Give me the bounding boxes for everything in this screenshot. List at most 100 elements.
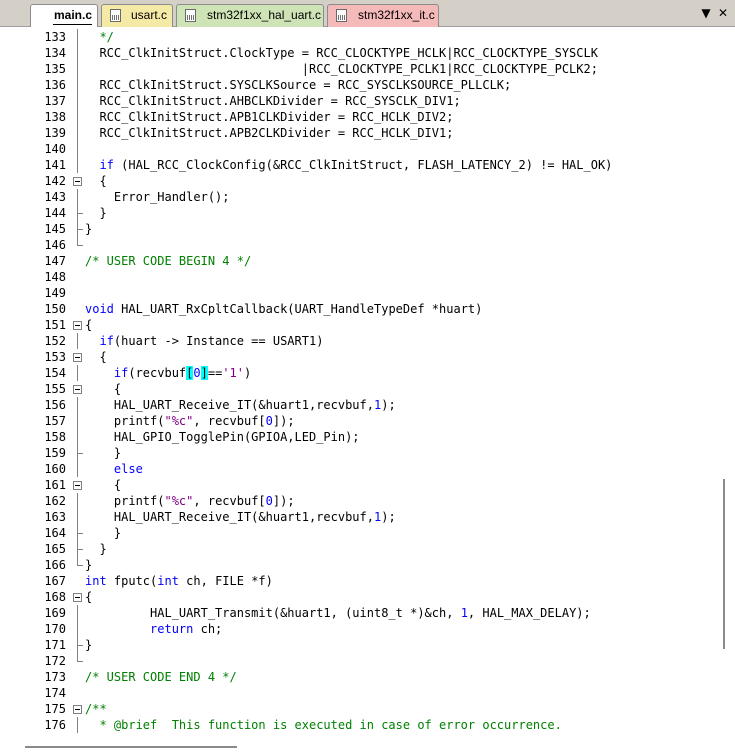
fold-guide: [72, 29, 84, 45]
horizontal-scrollbar[interactable]: [0, 738, 735, 754]
code-line[interactable]: 173 /* USER CODE END 4 */: [0, 669, 722, 685]
fold-guide: [72, 621, 84, 637]
code-text: */: [85, 29, 113, 45]
code-token: 0: [265, 494, 273, 508]
line-number: 161: [44, 478, 66, 492]
code-token: }: [85, 526, 122, 540]
code-text: }: [85, 205, 106, 221]
fold-collapse-icon[interactable]: [72, 173, 84, 189]
code-line[interactable]: 154 if(recvbuf[0]=='1'): [0, 365, 722, 381]
vertical-scrollbar[interactable]: [722, 27, 735, 738]
code-token: HAL_UART_RxCpltCallback(UART_HandleTypeD…: [113, 302, 483, 316]
code-line[interactable]: 159 }: [0, 445, 722, 461]
code-line[interactable]: 172: [0, 653, 722, 669]
line-number: 151: [44, 318, 66, 332]
code-line[interactable]: 170 return ch;: [0, 621, 722, 637]
code-token: return: [85, 622, 194, 636]
code-text: HAL_GPIO_TogglePin(GPIOA,LED_Pin);: [85, 429, 360, 445]
code-token: /* USER CODE BEGIN 4 */: [85, 254, 252, 268]
code-line[interactable]: 145}: [0, 221, 722, 237]
code-text: }: [85, 221, 92, 237]
code-line[interactable]: 139 RCC_ClkInitStruct.APB2CLKDivider = R…: [0, 125, 722, 141]
code-token: {: [85, 590, 93, 604]
fold-collapse-icon[interactable]: [72, 381, 84, 397]
fold-collapse-icon[interactable]: [72, 477, 84, 493]
code-text: RCC_ClkInitStruct.ClockType = RCC_CLOCKT…: [85, 45, 598, 61]
code-line[interactable]: 142 {: [0, 173, 722, 189]
code-line[interactable]: 164 }: [0, 525, 722, 541]
fold-guide: [72, 637, 84, 653]
code-line[interactable]: 146: [0, 237, 722, 253]
code-line[interactable]: 150 void HAL_UART_RxCpltCallback(UART_Han…: [0, 301, 722, 317]
code-line[interactable]: 134 RCC_ClkInitStruct.ClockType = RCC_CL…: [0, 45, 722, 61]
code-line[interactable]: 162 printf("%c", recvbuf[0]);: [0, 493, 722, 509]
code-line[interactable]: 156 HAL_UART_Receive_IT(&huart1,recvbuf,…: [0, 397, 722, 413]
code-line[interactable]: 149: [0, 285, 722, 301]
line-number: 171: [44, 638, 66, 652]
code-line[interactable]: 152 if(huart -> Instance == USART1): [0, 333, 722, 349]
tab-main-c[interactable]: main.c: [30, 4, 98, 27]
code-line[interactable]: 133 */: [0, 29, 722, 45]
fold-collapse-icon[interactable]: [72, 349, 84, 365]
tab-stm32f1xx-hal-uart-c[interactable]: stm32f1xx_hal_uart.c: [176, 4, 324, 27]
line-number: 135: [44, 62, 66, 76]
code-line[interactable]: 167 int fputc(int ch, FILE *f): [0, 573, 722, 589]
line-number: 148: [44, 270, 66, 284]
code-line[interactable]: 158 HAL_GPIO_TogglePin(GPIOA,LED_Pin);: [0, 429, 722, 445]
code-line[interactable]: 153 {: [0, 349, 722, 365]
code-token: ==: [207, 366, 223, 380]
code-line[interactable]: 174: [0, 685, 722, 701]
code-line[interactable]: 175 /**: [0, 701, 722, 717]
code-token: Error_Handler();: [85, 190, 230, 204]
code-token: RCC_ClkInitStruct.SYSCLKSource = RCC_SYS…: [85, 78, 512, 92]
code-line[interactable]: 147 /* USER CODE BEGIN 4 */: [0, 253, 722, 269]
code-token: , HAL_MAX_DELAY);: [467, 606, 591, 620]
code-line[interactable]: 155 {: [0, 381, 722, 397]
line-number: 165: [44, 542, 66, 556]
code-line[interactable]: 169 HAL_UART_Transmit(&huart1, (uint8_t …: [0, 605, 722, 621]
code-line[interactable]: 136 RCC_ClkInitStruct.SYSCLKSource = RCC…: [0, 77, 722, 93]
code-line[interactable]: 137 RCC_ClkInitStruct.AHBCLKDivider = RC…: [0, 93, 722, 109]
code-line[interactable]: 165 }: [0, 541, 722, 557]
tab-usart-c[interactable]: usart.c: [101, 4, 173, 27]
code-line[interactable]: 148: [0, 269, 722, 285]
line-number: 142: [44, 174, 66, 188]
code-line[interactable]: 141 if (HAL_RCC_ClockConfig(&RCC_ClkInit…: [0, 157, 722, 173]
code-line[interactable]: 143 Error_Handler();: [0, 189, 722, 205]
fold-collapse-icon[interactable]: [72, 589, 84, 605]
code-line[interactable]: 140: [0, 141, 722, 157]
code-editor[interactable]: 133 */134 RCC_ClkInitStruct.ClockType = …: [0, 27, 735, 738]
code-line[interactable]: 166}: [0, 557, 722, 573]
code-line[interactable]: 171}: [0, 637, 722, 653]
tab-list-dropdown-icon[interactable]: ▼: [698, 5, 714, 21]
code-text: void HAL_UART_RxCpltCallback(UART_Handle…: [85, 301, 482, 317]
code-line[interactable]: 135 |RCC_CLOCKTYPE_PCLK1|RCC_CLOCKTYPE_P…: [0, 61, 722, 77]
fold-guide: [72, 205, 84, 221]
line-number: 134: [44, 46, 66, 60]
tab-label: main.c: [54, 8, 93, 22]
code-line[interactable]: 157 printf("%c", recvbuf[0]);: [0, 413, 722, 429]
fold-guide: [72, 445, 84, 461]
line-number: 141: [44, 158, 66, 172]
code-line[interactable]: 161 {: [0, 477, 722, 493]
code-text: }: [85, 557, 92, 573]
horizontal-scroll-thumb[interactable]: [25, 746, 237, 748]
code-token: 0: [265, 414, 273, 428]
fold-collapse-icon[interactable]: [72, 701, 84, 717]
code-line[interactable]: 144 }: [0, 205, 722, 221]
code-token: HAL_UART_Receive_IT(&huart1,recvbuf,: [85, 398, 374, 412]
code-token: int: [157, 574, 179, 588]
fold-guide: [72, 333, 84, 349]
close-tab-icon[interactable]: ✕: [715, 5, 731, 21]
line-number: 153: [44, 350, 66, 364]
code-line[interactable]: 176 * @brief This function is executed i…: [0, 717, 722, 733]
code-line[interactable]: 168 {: [0, 589, 722, 605]
tab-stm32f1xx-it-c[interactable]: stm32f1xx_it.c: [327, 4, 439, 27]
code-line[interactable]: 138 RCC_ClkInitStruct.APB1CLKDivider = R…: [0, 109, 722, 125]
code-line[interactable]: 151 {: [0, 317, 722, 333]
code-line[interactable]: 163 HAL_UART_Receive_IT(&huart1,recvbuf,…: [0, 509, 722, 525]
vertical-scroll-thumb[interactable]: [723, 479, 725, 649]
code-line[interactable]: 160 else: [0, 461, 722, 477]
fold-collapse-icon[interactable]: [72, 317, 84, 333]
fold-guide: [72, 109, 84, 125]
